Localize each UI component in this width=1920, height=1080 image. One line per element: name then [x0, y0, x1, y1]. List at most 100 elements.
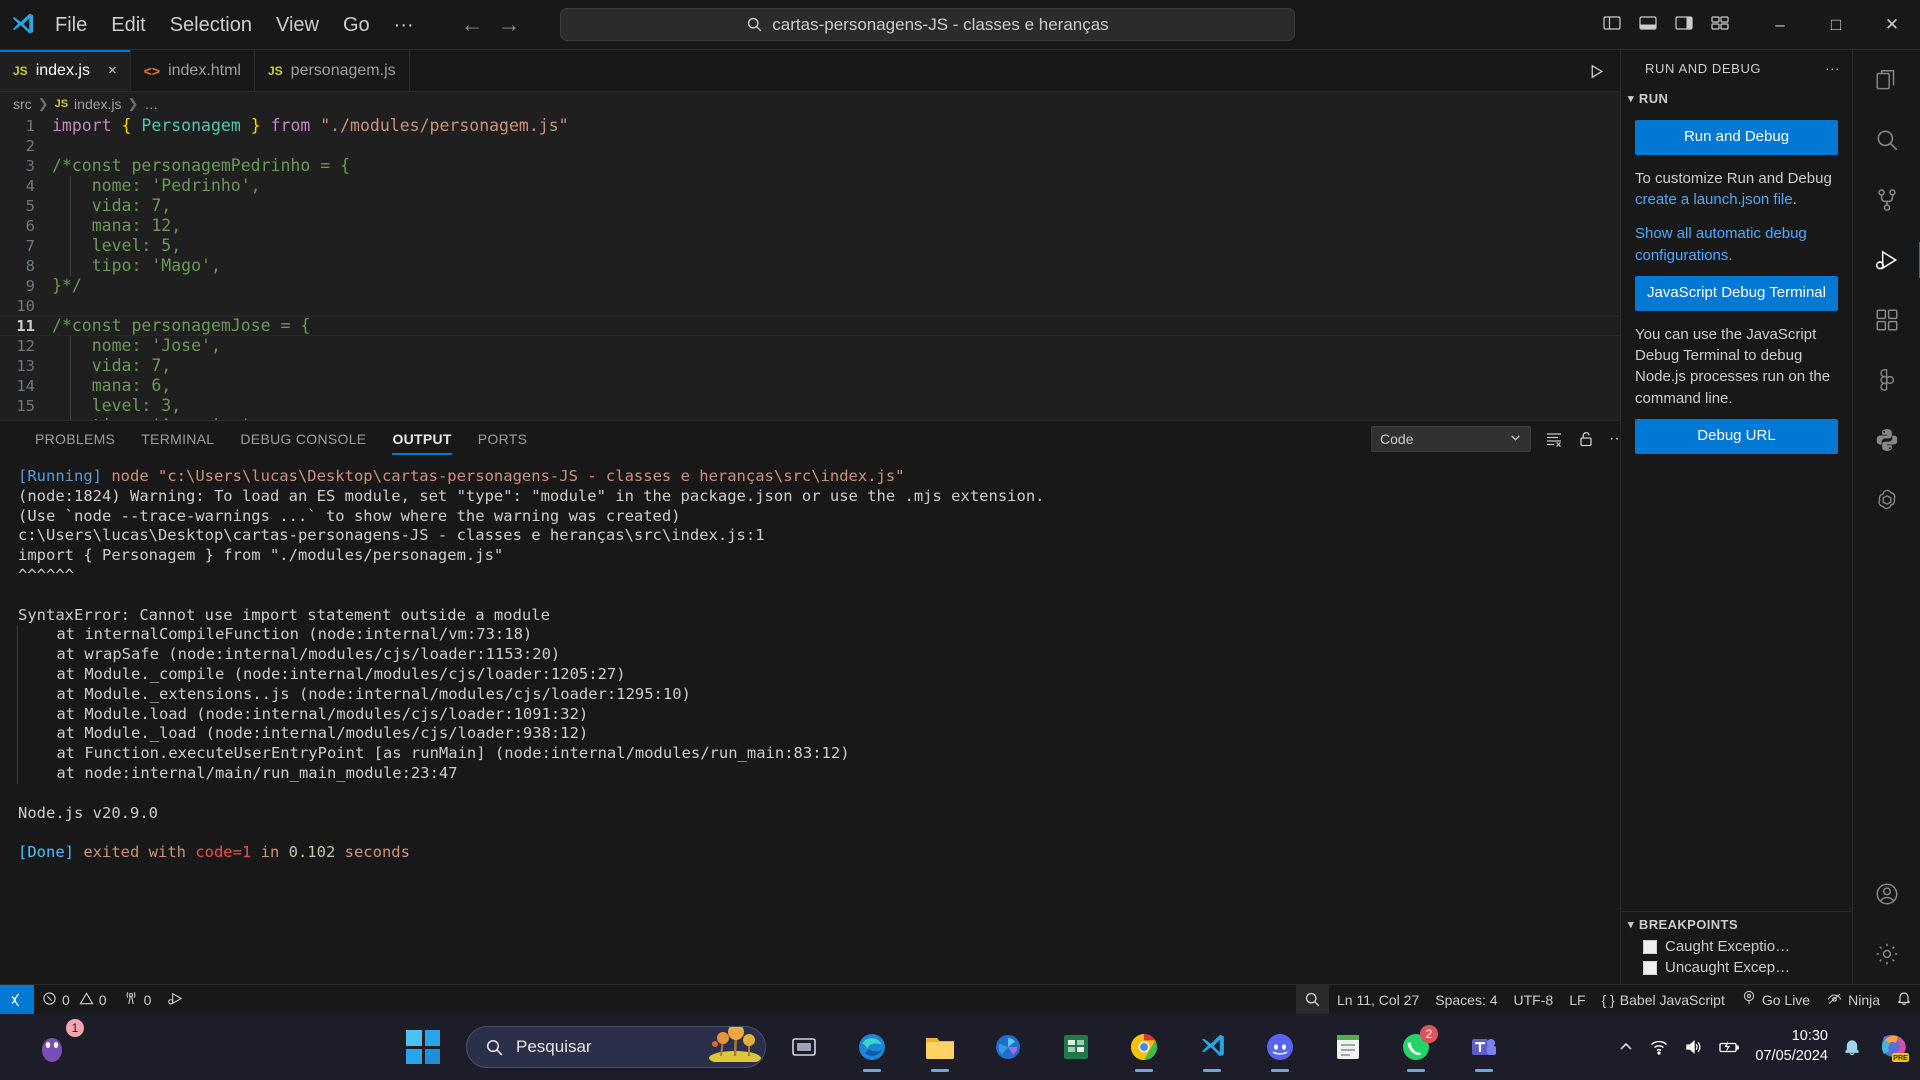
panel-tab-problems[interactable]: PROBLEMS — [22, 421, 128, 457]
menu-edit[interactable]: Edit — [100, 11, 156, 39]
status-notifications[interactable] — [1888, 985, 1920, 1015]
breadcrumb-file[interactable]: index.js — [74, 96, 121, 112]
taskbar-clock[interactable]: 10:30 07/05/2024 — [1755, 1027, 1828, 1066]
photos-icon[interactable] — [980, 1019, 1036, 1075]
file-explorer-icon[interactable] — [912, 1019, 968, 1075]
task-view-icon[interactable] — [776, 1019, 832, 1075]
panel-tab-ports[interactable]: PORTS — [465, 421, 540, 457]
whatsapp-icon[interactable]: 2 — [1388, 1019, 1444, 1075]
remote-window-icon[interactable] — [0, 984, 34, 1015]
panel-tab-debug-console[interactable]: DEBUG CONSOLE — [227, 421, 379, 457]
activity-extensions-icon[interactable] — [1853, 290, 1920, 350]
wifi-icon[interactable] — [1649, 1037, 1669, 1057]
create-launch-json-link[interactable]: create a launch.json file — [1635, 191, 1793, 208]
code-line[interactable]: 9}*/ — [0, 276, 1695, 296]
code-line[interactable]: 12 nome: 'Jose', — [0, 336, 1695, 356]
bell-icon[interactable] — [1842, 1037, 1862, 1057]
activity-accounts-icon[interactable] — [1853, 864, 1920, 924]
menu-go[interactable]: Go — [332, 11, 381, 39]
toggle-secondary-sidebar-icon[interactable] — [1674, 13, 1694, 38]
toggle-primary-sidebar-icon[interactable] — [1602, 13, 1622, 38]
activity-run-and-debug-icon[interactable] — [1853, 230, 1920, 290]
code-line[interactable]: 1 import { Personagem } from "./modules/p… — [0, 116, 1695, 136]
panel-tab-terminal[interactable]: TERMINAL — [128, 421, 227, 457]
code-line[interactable]: 15 level: 3, — [0, 396, 1695, 416]
code-line[interactable]: 14 mana: 6, — [0, 376, 1695, 396]
vscode-icon[interactable] — [1184, 1019, 1240, 1075]
menu-file[interactable]: File — [44, 11, 98, 39]
maximize-icon[interactable]: □ — [1808, 0, 1864, 50]
edge-icon[interactable] — [844, 1019, 900, 1075]
panel-tab-output[interactable]: OUTPUT — [379, 421, 464, 457]
arrow-left-icon[interactable]: ← — [461, 13, 484, 36]
output-content[interactable]: [Running] node "c:\Users\lucas\Desktop\c… — [0, 457, 1695, 984]
status-indentation[interactable]: Spaces: 4 — [1427, 985, 1505, 1015]
menu-more[interactable]: ··· — [383, 11, 425, 39]
copilot-icon[interactable]: PRE — [1876, 1031, 1910, 1063]
command-center[interactable]: cartas-personagens-JS - classes e heranç… — [560, 8, 1295, 41]
code-line[interactable]: 2 — [0, 136, 1695, 156]
status-language-mode[interactable]: { } Babel JavaScript — [1594, 985, 1733, 1015]
code-line[interactable]: 11 /*const personagemJose = { — [0, 316, 1695, 336]
activity-explorer-icon[interactable] — [1853, 50, 1920, 110]
status-ninja[interactable]: Ninja — [1818, 985, 1888, 1015]
activity-python-icon[interactable] — [1853, 410, 1920, 470]
tab-index-js[interactable]: JS index.js × — [0, 50, 131, 91]
breakpoints-section-header[interactable]: ▾ BREAKPOINTS — [1621, 912, 1852, 936]
code-line[interactable]: 7 level: 5, — [0, 236, 1695, 256]
activity-source-control-icon[interactable] — [1853, 170, 1920, 230]
clear-output-icon[interactable] — [1545, 430, 1563, 448]
checkbox[interactable] — [1643, 960, 1657, 975]
run-section-header[interactable]: ▾ RUN — [1621, 86, 1852, 110]
code-line[interactable]: 5 vida: 7, — [0, 196, 1695, 216]
status-run-code[interactable] — [159, 985, 192, 1015]
status-go-live[interactable]: Go Live — [1733, 985, 1818, 1015]
menu-selection[interactable]: Selection — [159, 11, 263, 39]
status-eol[interactable]: LF — [1561, 985, 1593, 1015]
taskbar-search-input[interactable]: Pesquisar — [466, 1026, 766, 1068]
checkbox[interactable] — [1643, 939, 1657, 954]
breadcrumb-symbol[interactable]: … — [144, 96, 158, 112]
status-problems[interactable]: 0 0 — [34, 985, 115, 1015]
minimize-icon[interactable]: – — [1752, 0, 1808, 50]
chevron-up-icon[interactable] — [1617, 1038, 1635, 1056]
activity-figma-icon[interactable] — [1853, 350, 1920, 410]
close-icon[interactable]: × — [108, 62, 117, 79]
customize-layout-icon[interactable] — [1710, 13, 1730, 38]
output-source-select[interactable]: Code — [1371, 426, 1532, 452]
run-code-icon[interactable] — [1588, 63, 1605, 80]
activity-openai-icon[interactable] — [1853, 470, 1920, 530]
code-line[interactable]: 6 mana: 12, — [0, 216, 1695, 236]
chrome-icon[interactable] — [1116, 1019, 1172, 1075]
arrow-right-icon[interactable]: → — [498, 13, 521, 36]
debug-url-button[interactable]: Debug URL — [1635, 418, 1838, 454]
excel-icon[interactable] — [1048, 1019, 1104, 1075]
breakpoint-uncaught-exceptions[interactable]: Uncaught Excep… — [1621, 957, 1852, 978]
menu-view[interactable]: View — [265, 11, 330, 39]
code-line[interactable]: 10 — [0, 296, 1695, 316]
unlock-scroll-icon[interactable] — [1577, 430, 1595, 448]
breadcrumb-src[interactable]: src — [13, 96, 32, 112]
activity-settings-gear-icon[interactable] — [1853, 924, 1920, 984]
discord-overlay-icon[interactable]: 1 — [24, 1019, 84, 1075]
status-ports[interactable]: 0 — [115, 985, 160, 1015]
status-search-icon[interactable] — [1296, 984, 1329, 1015]
code-line[interactable]: 13 vida: 7, — [0, 356, 1695, 376]
code-editor[interactable]: 1 import { Personagem } from "./modules/p… — [0, 116, 1695, 420]
close-icon[interactable]: ✕ — [1864, 0, 1920, 50]
javascript-debug-terminal-button[interactable]: JavaScript Debug Terminal — [1635, 275, 1838, 311]
notes-icon[interactable] — [1320, 1019, 1376, 1075]
windows-start-icon[interactable] — [406, 1030, 440, 1064]
tab-index-html[interactable]: <> index.html — [130, 50, 255, 91]
discord-icon[interactable] — [1252, 1019, 1308, 1075]
status-encoding[interactable]: UTF-8 — [1506, 985, 1562, 1015]
code-line[interactable]: 3 /*const personagemPedrinho = { — [0, 156, 1695, 176]
more-actions-icon[interactable]: ··· — [1825, 61, 1840, 76]
code-line[interactable]: 4 nome: 'Pedrinho', — [0, 176, 1695, 196]
code-line[interactable]: 8 tipo: 'Mago', — [0, 256, 1695, 276]
teams-icon[interactable] — [1456, 1019, 1512, 1075]
activity-search-icon[interactable] — [1853, 110, 1920, 170]
show-all-automatic-debug-configurations-link[interactable]: Show all automatic debug configurations. — [1635, 223, 1838, 266]
tab-personagem-js[interactable]: JS personagem.js — [254, 50, 410, 91]
toggle-panel-icon[interactable] — [1638, 13, 1658, 38]
